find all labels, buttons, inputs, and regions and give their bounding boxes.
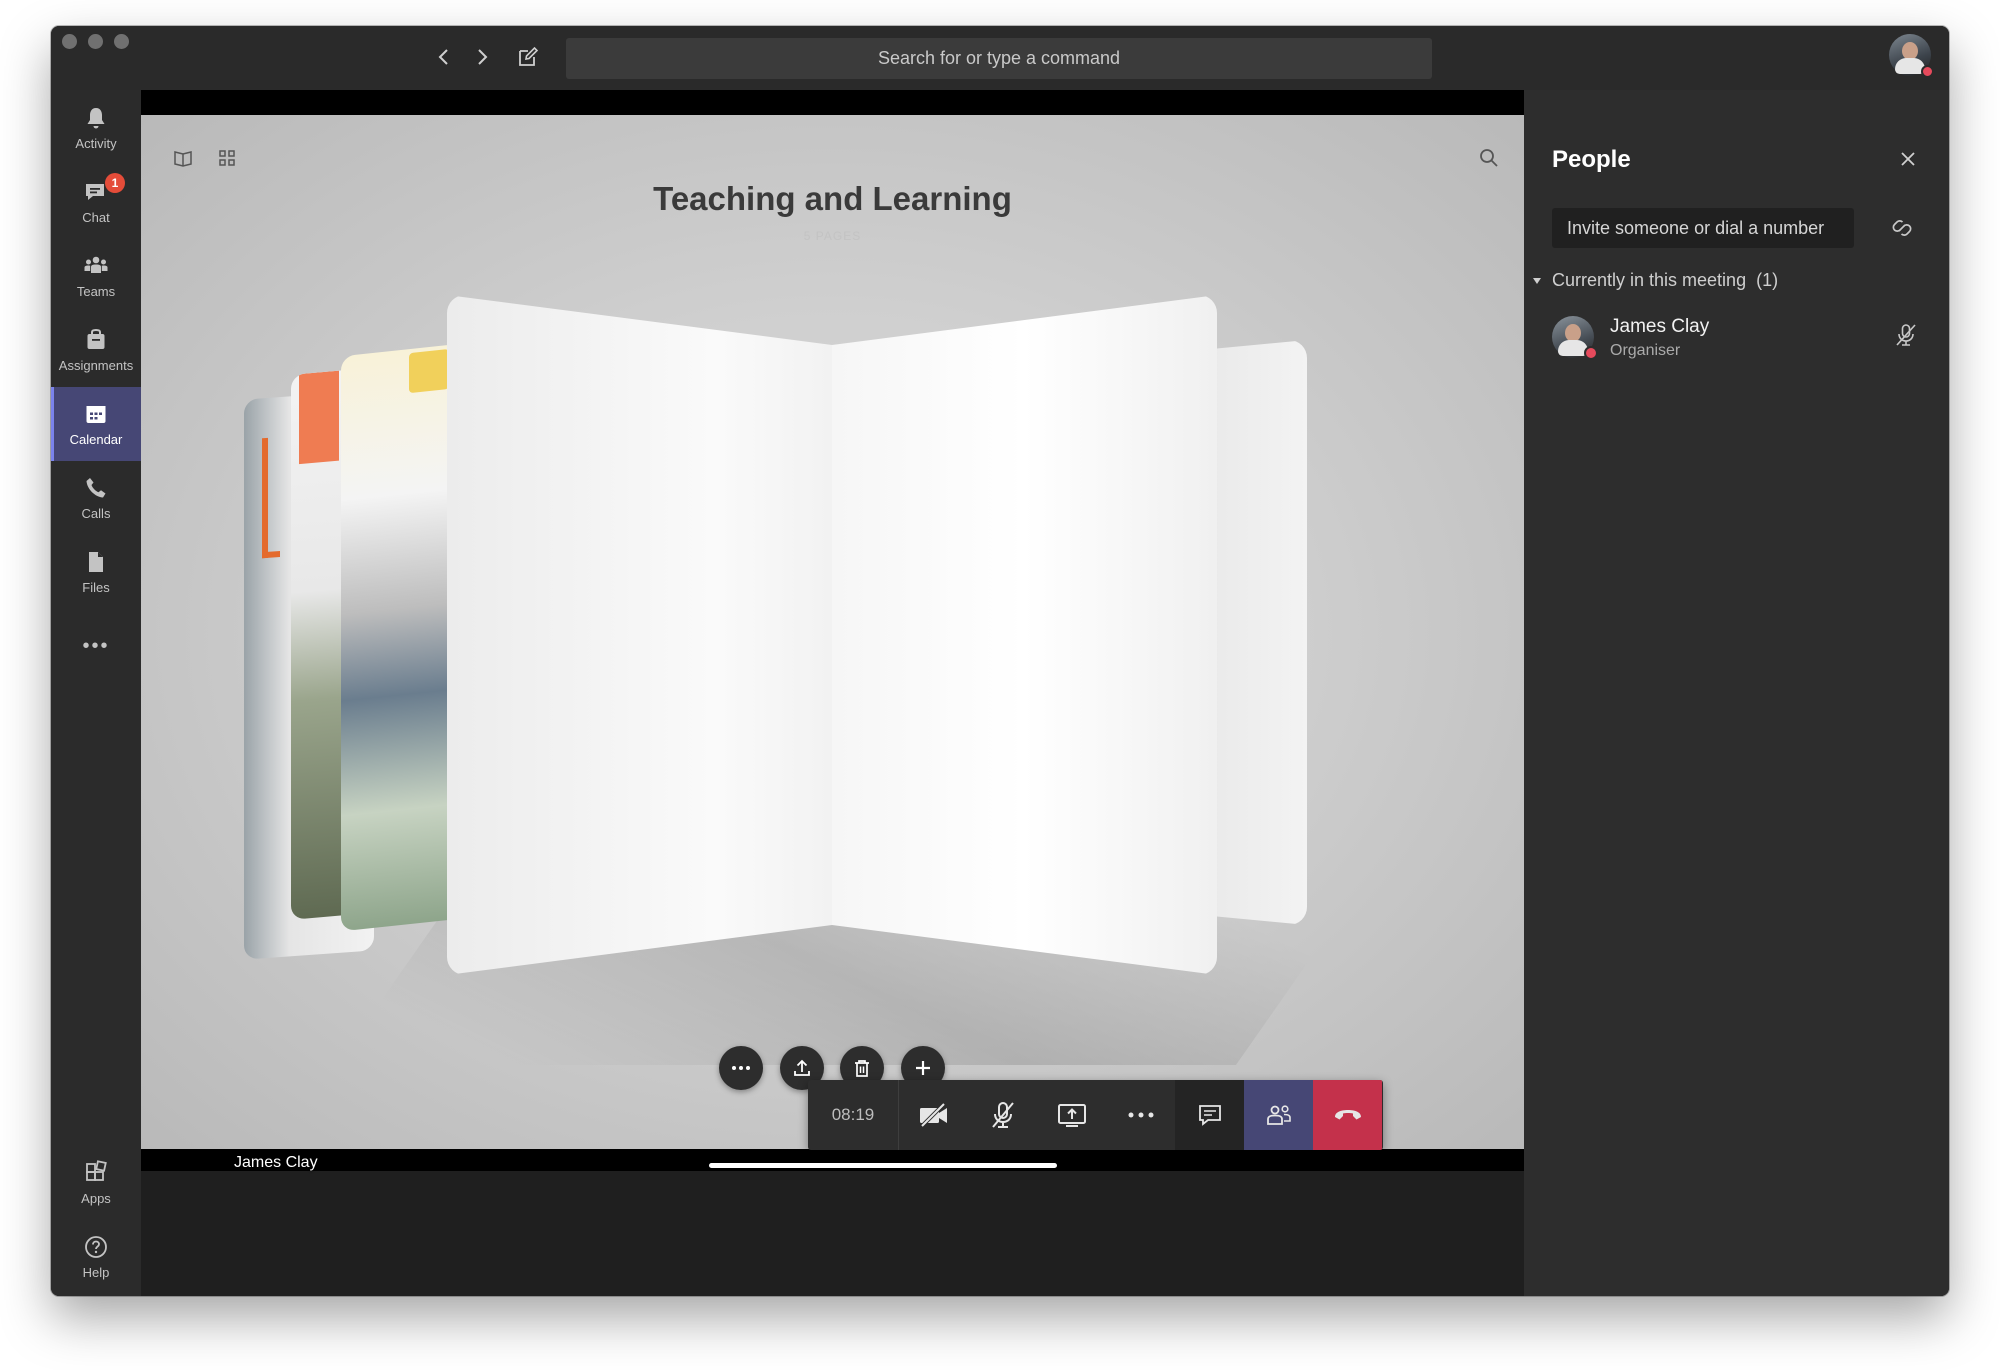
rail-item-teams[interactable]: Teams — [51, 239, 141, 313]
rail-item-help[interactable]: Help — [51, 1220, 141, 1294]
invite-input[interactable] — [1552, 208, 1854, 248]
busy-status-dot — [1921, 65, 1934, 78]
phone-icon — [86, 478, 106, 498]
grid-icon — [219, 150, 235, 166]
rail-item-assignments[interactable]: Assignments — [51, 313, 141, 387]
close-icon — [1901, 152, 1915, 166]
search-placeholder: Search for or type a command — [877, 48, 1121, 68]
book-icon — [174, 151, 192, 167]
participant-name: James Clay — [1610, 316, 1710, 337]
stack-page-thumbnail — [341, 343, 461, 932]
call-controls: 08:19 — [808, 1080, 1383, 1150]
reading-view-button[interactable] — [170, 145, 196, 171]
more-icon: ••• — [82, 634, 110, 657]
section-label: Currently in this meeting — [1552, 270, 1747, 290]
busy-status-dot — [1584, 346, 1598, 360]
hang-up-button[interactable] — [1313, 1080, 1382, 1150]
participant-mute-status[interactable] — [1893, 322, 1919, 348]
caret-down-icon — [1533, 277, 1541, 284]
camera-off-icon — [919, 1102, 947, 1128]
close-panel-button[interactable] — [1897, 148, 1919, 170]
file-icon — [89, 552, 103, 572]
open-notebook-pages — [447, 295, 1217, 975]
close-window-button[interactable] — [62, 34, 77, 49]
panel-title: People — [1552, 146, 1631, 173]
call-timer: 08:19 — [808, 1080, 899, 1150]
share-more-options-button[interactable] — [719, 1046, 763, 1090]
ellipsis-icon — [732, 1066, 750, 1070]
share-search-button[interactable] — [1476, 145, 1502, 171]
apps-icon — [86, 1160, 107, 1181]
plus-icon — [916, 1061, 930, 1075]
minimize-window-button[interactable] — [88, 34, 103, 49]
forward-button[interactable] — [469, 44, 495, 70]
compose-icon — [519, 46, 539, 66]
rail-item-calls[interactable]: Calls — [51, 461, 141, 535]
chevron-left-icon — [438, 49, 448, 65]
show-participants-button[interactable] — [1244, 1080, 1313, 1150]
bell-icon — [87, 108, 105, 129]
presenter-name: James Clay — [234, 1154, 318, 1171]
meeting-chat-button[interactable] — [1175, 1080, 1244, 1150]
participant-count: (1) — [1756, 270, 1779, 290]
calendar-icon — [86, 406, 106, 423]
shared-content[interactable]: Teaching and Learning 5 PAGES — [141, 115, 1524, 1149]
teams-window: Search for or type a command Activity Ch… — [51, 26, 1949, 1296]
toggle-camera-button[interactable] — [899, 1080, 968, 1150]
rail-item-calendar[interactable]: Calendar — [51, 387, 141, 461]
participant-avatar — [1552, 316, 1598, 360]
chevron-right-icon — [478, 49, 488, 65]
teams-icon — [84, 256, 108, 273]
back-button[interactable] — [431, 44, 457, 70]
rail-item-activity[interactable]: Activity — [51, 91, 141, 165]
grid-view-button[interactable] — [214, 145, 240, 171]
copy-join-link-button[interactable] — [1890, 216, 1914, 240]
zoom-window-button[interactable] — [114, 34, 129, 49]
unread-badge: 1 — [105, 173, 125, 193]
people-panel: People Currently in this meeting (1) Jam… — [1524, 90, 1949, 1296]
title-bar: Search for or type a command — [51, 26, 1949, 90]
rail-item-apps[interactable]: Apps — [51, 1146, 141, 1220]
trash-icon — [855, 1060, 869, 1077]
participant-row[interactable]: James Clay Organiser — [1524, 310, 1949, 370]
command-search-box[interactable]: Search for or type a command — [566, 38, 1432, 79]
page-count: 5 PAGES — [803, 229, 862, 243]
mic-off-icon — [1896, 324, 1916, 346]
ellipsis-icon — [1128, 1112, 1153, 1118]
link-icon — [1892, 220, 1912, 236]
window-controls — [62, 34, 129, 49]
rail-item-chat[interactable]: Chat 1 — [51, 165, 141, 239]
presentation-title: Teaching and Learning — [653, 180, 1012, 217]
upload-icon — [794, 1059, 810, 1076]
mic-off-icon — [991, 1102, 1014, 1128]
people-icon — [1266, 1105, 1291, 1125]
rail-more-button[interactable]: ••• — [51, 609, 141, 683]
toggle-mic-button[interactable] — [968, 1080, 1037, 1150]
search-icon — [1480, 149, 1498, 167]
app-rail: Activity Chat 1 Teams Assignments Calend… — [51, 90, 141, 1296]
rail-item-files[interactable]: Files — [51, 535, 141, 609]
participant-role: Organiser — [1610, 342, 1681, 359]
current-participants-toggle[interactable]: Currently in this meeting (1) — [1532, 270, 1778, 291]
share-screen-button[interactable] — [1037, 1080, 1106, 1150]
assignments-icon — [87, 328, 105, 349]
new-chat-button[interactable] — [515, 44, 541, 70]
user-avatar[interactable] — [1889, 34, 1934, 78]
chat-bubble-icon — [1198, 1105, 1221, 1126]
share-screen-icon — [1057, 1104, 1086, 1127]
more-actions-button[interactable] — [1106, 1080, 1175, 1150]
hang-up-icon — [1334, 1110, 1361, 1120]
page-progress-bar — [709, 1163, 1057, 1168]
help-icon — [85, 1236, 107, 1258]
